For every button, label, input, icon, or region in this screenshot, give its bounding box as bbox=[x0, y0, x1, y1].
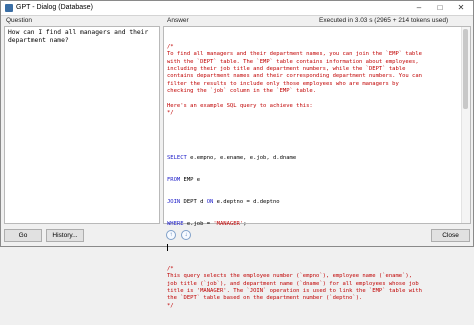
title-bar: GPT - Dialog (Database) – □ ✕ bbox=[1, 1, 473, 16]
bottom-bar: Go History... ↑ ↓ Close bbox=[1, 225, 473, 246]
sql-join-line: JOIN DEPT d ON e.deptno = d.deptno bbox=[167, 199, 467, 206]
comment-line bbox=[167, 96, 467, 103]
sql-keyword: JOIN bbox=[167, 199, 181, 206]
comment-line: To find all managers and their departmen… bbox=[167, 51, 422, 58]
execution-stats: Executed in 3.03 s (2965 + 214 tokens us… bbox=[319, 17, 449, 24]
app-icon bbox=[5, 4, 13, 12]
maximize-icon[interactable]: □ bbox=[430, 1, 450, 15]
question-header: Question bbox=[6, 17, 33, 24]
answer-text[interactable]: /* To find all managers and their departm… bbox=[167, 29, 467, 325]
arrow-down-icon[interactable]: ↓ bbox=[181, 230, 191, 240]
dialog-window: GPT - Dialog (Database) – □ ✕ Question A… bbox=[0, 0, 474, 309]
comment-line: /* bbox=[167, 43, 174, 50]
comment-line: including their job title and department… bbox=[167, 65, 406, 72]
arrow-up-icon[interactable]: ↑ bbox=[166, 230, 176, 240]
answer-header: Answer bbox=[167, 17, 189, 24]
sql-text: e.empno, e.ename, e.job, d.dname bbox=[186, 154, 297, 161]
comment-line: the `DEPT` table based on the department… bbox=[167, 295, 363, 302]
minimize-icon[interactable]: – bbox=[409, 1, 429, 15]
sql-text: EMP e bbox=[180, 176, 201, 183]
comment-line: with the `DEPT` table. The `EMP` table c… bbox=[167, 58, 419, 65]
sql-keyword: FROM bbox=[167, 176, 181, 183]
go-button[interactable]: Go bbox=[4, 229, 42, 242]
question-text[interactable]: How can I find all managers and their de… bbox=[8, 29, 158, 46]
sql-text: e.deptno = d.deptno bbox=[213, 199, 280, 206]
vertical-scrollbar[interactable] bbox=[461, 27, 470, 223]
sql-keyword: SELECT bbox=[167, 154, 187, 161]
question-input[interactable]: How can I find all managers and their de… bbox=[4, 26, 160, 224]
close-button[interactable]: Close bbox=[431, 229, 470, 242]
comment-line: job title (`job`), and department name (… bbox=[167, 280, 419, 287]
comment-line: */ bbox=[167, 110, 174, 117]
comment-line: */ bbox=[167, 302, 174, 309]
scrollbar-thumb[interactable] bbox=[463, 29, 468, 109]
comment-line: /* bbox=[167, 265, 174, 272]
comment-line: checking the `job` column in the `EMP` t… bbox=[167, 88, 317, 95]
answer-output[interactable]: /* To find all managers and their departm… bbox=[163, 26, 471, 309]
comment-line: This query selects the employee number (… bbox=[167, 273, 413, 280]
close-icon[interactable]: ✕ bbox=[451, 1, 471, 15]
comment-line: filter the results to include only those… bbox=[167, 80, 399, 87]
comment-line: Here's an example SQL query to achieve t… bbox=[167, 102, 313, 109]
comment-line: contains department names and their corr… bbox=[167, 73, 422, 80]
answer-comment-explanation: /* This query selects the employee number… bbox=[167, 266, 467, 310]
history-button[interactable]: History... bbox=[46, 229, 84, 242]
sql-text: DEPT d bbox=[180, 199, 207, 206]
window-title: GPT - Dialog (Database) bbox=[16, 4, 93, 11]
answer-comment-intro: /* To find all managers and their departm… bbox=[167, 44, 467, 118]
sql-from-line: FROM EMP e bbox=[167, 177, 467, 184]
comment-line: title is 'MANAGER'. The `JOIN` operation… bbox=[167, 287, 422, 294]
sql-select-line: SELECT e.empno, e.ename, e.job, d.dname bbox=[167, 155, 467, 162]
